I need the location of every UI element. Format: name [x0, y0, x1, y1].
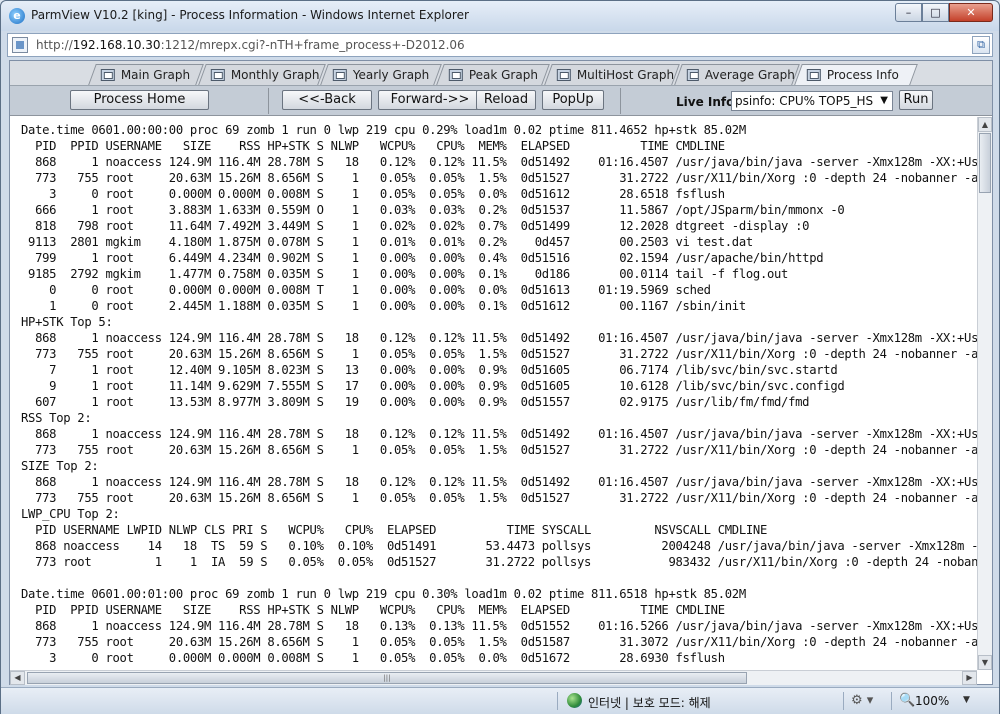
tab-label: Yearly Graph: [352, 68, 430, 82]
toolbar-divider: [620, 88, 621, 114]
browser-window: e ParmView V10.2 [king] - Process Inform…: [0, 0, 1000, 714]
window-icon: [806, 69, 821, 81]
window-icon: [448, 69, 463, 81]
window-icon: [210, 69, 225, 81]
process-toolbar: Process Home <<-Back Forward->> Reload P…: [10, 86, 992, 116]
scroll-up-icon[interactable]: ▲: [978, 117, 992, 132]
close-button[interactable]: ✕: [949, 3, 993, 22]
tab-monthly-graph[interactable]: Monthly Graph: [198, 64, 326, 85]
dropdown-arrow-icon: ▼: [880, 95, 888, 106]
security-options-icon[interactable]: ⚙ ▾: [851, 693, 873, 708]
reload-button[interactable]: Reload: [476, 90, 536, 110]
popup-button[interactable]: PopUp: [542, 90, 604, 110]
tab-label: Process Info: [826, 68, 899, 82]
tab-label: Monthly Graph: [230, 68, 320, 82]
window-icon: [100, 69, 115, 81]
window-icon: [686, 69, 699, 81]
url-scheme: http://: [36, 38, 73, 52]
title-bar: e ParmView V10.2 [king] - Process Inform…: [1, 1, 999, 31]
status-bar: 인터넷 | 보호 모드: 해제 ⚙ ▾ 🔍 100% ▼: [1, 687, 999, 714]
scroll-down-icon[interactable]: ▼: [978, 655, 992, 670]
horizontal-scroll-thumb[interactable]: |||: [27, 672, 747, 684]
live-info-value: psinfo: CPU% TOP5_HS: [735, 94, 874, 108]
tab-multihost-graph[interactable]: MultiHost Graph: [544, 64, 680, 85]
process-output-text: Date.time 0601.00:00:00 proc 69 zomb 1 r…: [21, 123, 977, 665]
toolbar-divider: [268, 88, 269, 114]
tab-yearly-graph[interactable]: Yearly Graph: [320, 64, 442, 85]
tab-bar: Main Graph Monthly Graph Yearly Graph Pe…: [10, 61, 992, 86]
tab-label: Average Graph: [704, 68, 795, 82]
tab-average-graph[interactable]: Average Graph: [674, 64, 800, 85]
status-divider: [891, 692, 892, 710]
scroll-left-icon[interactable]: ◀: [10, 671, 25, 685]
globe-icon: [567, 693, 582, 708]
process-output: Date.time 0601.00:00:00 proc 69 zomb 1 r…: [10, 117, 977, 670]
horizontal-scrollbar[interactable]: ◀ ||| ▶: [10, 670, 977, 685]
page-icon: [12, 37, 28, 53]
scroll-right-icon[interactable]: ▶: [962, 671, 977, 685]
maximize-button[interactable]: □: [922, 3, 949, 22]
zoom-icon[interactable]: 🔍: [899, 693, 915, 708]
window-icon: [556, 69, 571, 81]
status-divider: [557, 692, 558, 710]
url-path: :1212/mrepx.cgi?-nTH+frame_process+-D201…: [160, 38, 465, 52]
live-info-select[interactable]: psinfo: CPU% TOP5_HS ▼: [731, 91, 893, 111]
tab-label: MultiHost Graph: [576, 68, 675, 82]
tab-process-info[interactable]: Process Info: [794, 64, 918, 85]
minimize-button[interactable]: –: [895, 3, 922, 22]
zoom-level[interactable]: 100%: [915, 694, 949, 708]
security-zone[interactable]: 인터넷 | 보호 모드: 해제: [588, 694, 711, 711]
address-url[interactable]: http://192.168.10.30:1212/mrepx.cgi?-nTH…: [36, 38, 465, 52]
tab-label: Peak Graph: [468, 68, 538, 82]
tab-peak-graph[interactable]: Peak Graph: [436, 64, 550, 85]
vertical-scrollbar[interactable]: ▲ ▼: [977, 117, 992, 670]
window-title: ParmView V10.2 [king] - Process Informat…: [31, 8, 469, 22]
window-controls: – □ ✕: [895, 3, 993, 22]
page-content: Main Graph Monthly Graph Yearly Graph Pe…: [9, 60, 993, 685]
back-button[interactable]: <<-Back: [282, 90, 372, 110]
status-divider: [843, 692, 844, 710]
live-info-label: Live Info:: [676, 95, 740, 109]
window-icon: [332, 69, 347, 81]
compatibility-view-icon[interactable]: ⧉: [972, 36, 990, 54]
zoom-dropdown-icon[interactable]: ▼: [963, 695, 970, 705]
vertical-scroll-thumb[interactable]: [979, 133, 991, 193]
tab-main-graph[interactable]: Main Graph: [88, 64, 204, 85]
forward-button[interactable]: Forward->>: [378, 90, 482, 110]
process-home-button[interactable]: Process Home: [70, 90, 209, 110]
address-bar[interactable]: http://192.168.10.30:1212/mrepx.cgi?-nTH…: [7, 33, 993, 57]
ie-logo-icon: e: [9, 8, 25, 24]
run-button[interactable]: Run: [899, 90, 933, 110]
tab-label: Main Graph: [120, 68, 191, 82]
url-host: 192.168.10.30: [72, 38, 161, 52]
